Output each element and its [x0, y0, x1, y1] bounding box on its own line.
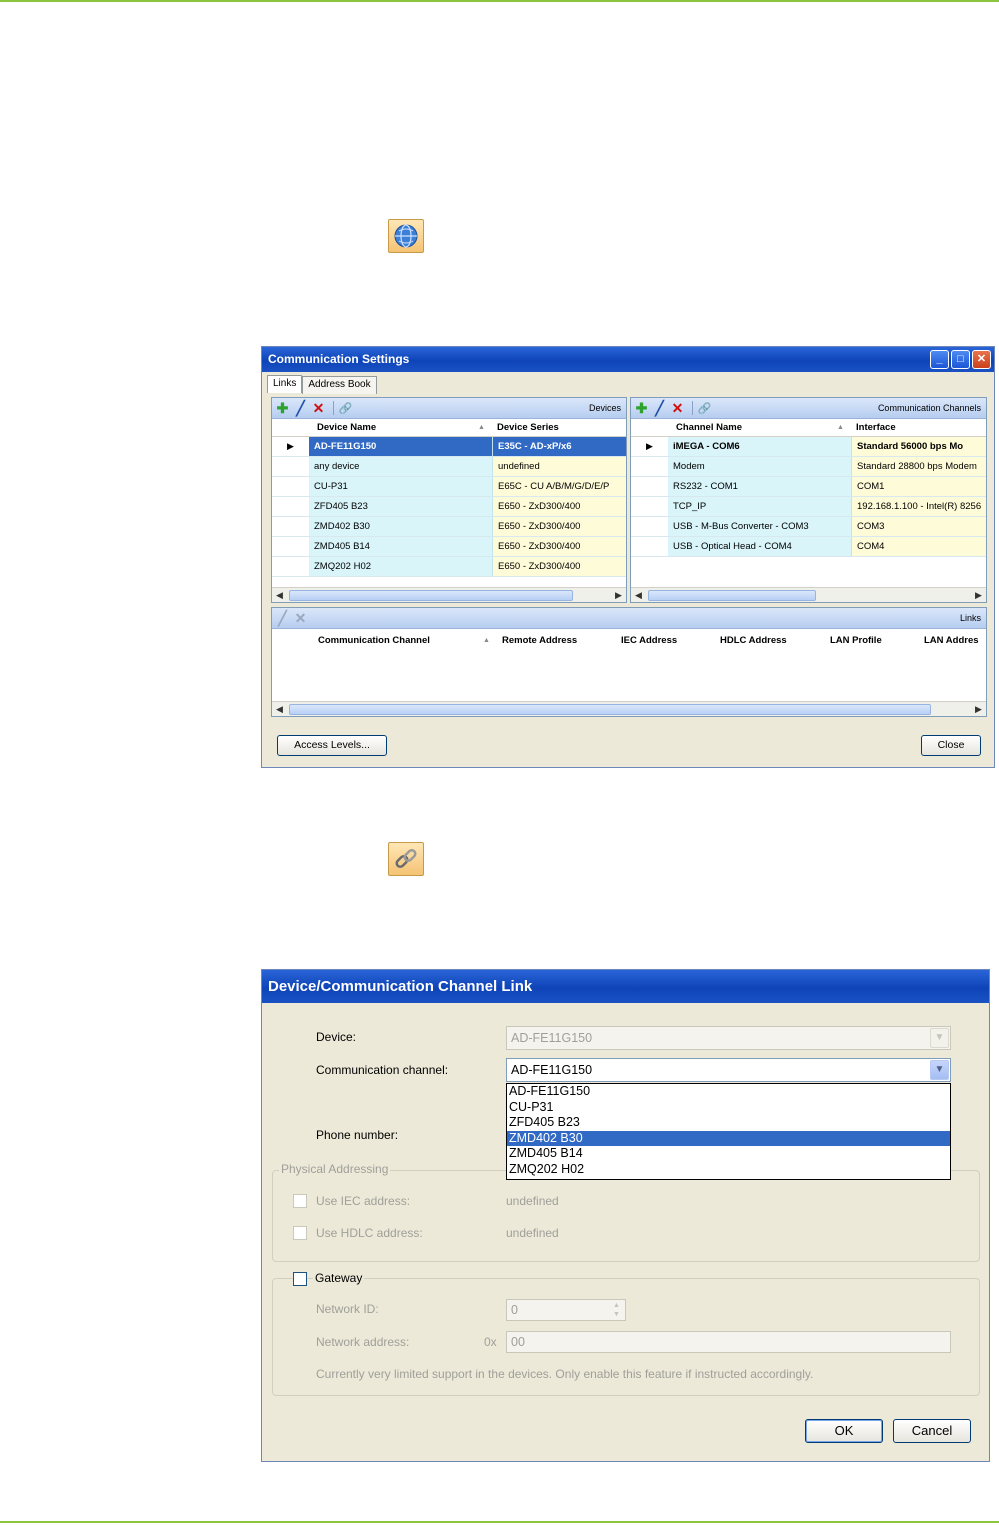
channels-pane: ✚ ╱ ✕ 🔗 Communication Channels Channel N…: [630, 397, 987, 603]
link-icon: [388, 842, 424, 876]
access-levels-button[interactable]: Access Levels...: [277, 735, 387, 756]
edit-link-icon[interactable]: ╱: [275, 610, 290, 626]
edit-device-icon[interactable]: ╱: [293, 400, 308, 416]
gateway-label: Gateway: [313, 1271, 365, 1285]
top-rule: [0, 0, 999, 2]
channel-combo[interactable]: AD-FE11G150 ▼: [506, 1058, 951, 1082]
window-title: Communication Settings _ □ ✕: [262, 347, 994, 372]
close-button[interactable]: Close: [921, 735, 981, 756]
col-iec-address[interactable]: IEC Address: [621, 635, 677, 646]
col-communication-channel[interactable]: Communication Channel: [318, 635, 430, 646]
table-row[interactable]: ZMD402 B30 E650 - ZxD300/400: [272, 517, 626, 537]
col-lan-address[interactable]: LAN Addres: [924, 635, 979, 646]
col-remote-address[interactable]: Remote Address: [502, 635, 577, 646]
devices-hscrollbar[interactable]: ◀ ▶: [272, 587, 626, 602]
link-device-icon[interactable]: 🔗: [338, 401, 353, 416]
dropdown-option[interactable]: ZFD405 B23: [507, 1115, 950, 1131]
iec-value: undefined: [506, 1194, 559, 1208]
col-device-name[interactable]: Device Name: [309, 422, 491, 433]
edit-channel-icon[interactable]: ╱: [652, 400, 667, 416]
phone-label: Phone number:: [316, 1128, 399, 1142]
table-row[interactable]: ▶ iMEGA - COM6 Standard 56000 bps Mo: [631, 437, 986, 457]
gateway-note: Currently very limited support in the de…: [316, 1367, 814, 1381]
channels-hscrollbar[interactable]: ◀ ▶: [631, 587, 986, 602]
tab-links[interactable]: Links: [267, 375, 303, 393]
physical-addressing-title: Physical Addressing: [279, 1162, 391, 1176]
devices-pane-title: Devices: [588, 403, 621, 413]
network-address-input: 00: [506, 1331, 951, 1353]
network-id-label: Network ID:: [316, 1302, 379, 1316]
table-row[interactable]: ZMQ202 H02 E650 - ZxD300/400: [272, 557, 626, 577]
spinner-icon: ▲ ▼: [613, 1302, 620, 1318]
network-address-label: Network address:: [316, 1335, 410, 1349]
use-hdlc-checkbox[interactable]: [293, 1226, 307, 1240]
chevron-down-icon: ▼: [930, 1028, 949, 1048]
table-row[interactable]: Modem Standard 28800 bps Modem: [631, 457, 986, 477]
dropdown-option[interactable]: CU-P31: [507, 1100, 950, 1116]
links-hscrollbar[interactable]: ◀ ▶: [272, 701, 986, 716]
bottom-rule: [0, 1521, 999, 1523]
table-row[interactable]: USB - M-Bus Converter - COM3 COM3: [631, 517, 986, 537]
dropdown-option[interactable]: AD-FE11G150: [507, 1084, 950, 1100]
delete-channel-icon[interactable]: ✕: [670, 400, 685, 416]
channel-label: Communication channel:: [316, 1063, 449, 1077]
gateway-group: Gateway Network ID: 0 ▲ ▼ Network address…: [272, 1271, 980, 1396]
network-id-input: 0 ▲ ▼: [506, 1299, 626, 1321]
link-channel-icon[interactable]: 🔗: [697, 401, 712, 416]
col-lan-profile[interactable]: LAN Profile: [830, 635, 882, 646]
col-hdlc-address[interactable]: HDLC Address: [720, 635, 787, 646]
col-channel-name[interactable]: Channel Name: [668, 422, 850, 433]
use-iec-label: Use IEC address:: [316, 1194, 411, 1208]
table-row[interactable]: USB - Optical Head - COM4 COM4: [631, 537, 986, 557]
cancel-button[interactable]: Cancel: [893, 1419, 971, 1443]
dropdown-option[interactable]: ZMQ202 H02: [507, 1162, 950, 1178]
devices-pane: ✚ ╱ ✕ 🔗 Devices Device Name ▲ Device Ser…: [271, 397, 627, 603]
device-channel-link-dialog: Device/Communication Channel Link Device…: [261, 969, 990, 1462]
communication-settings-window: Communication Settings _ □ ✕ Links Addre…: [261, 346, 995, 768]
use-hdlc-label: Use HDLC address:: [316, 1226, 423, 1240]
delete-device-icon[interactable]: ✕: [311, 400, 326, 416]
communication-settings-icon: [388, 219, 424, 253]
hdlc-value: undefined: [506, 1226, 559, 1240]
ok-button[interactable]: OK: [805, 1419, 883, 1443]
col-device-series[interactable]: Device Series: [491, 422, 559, 433]
dropdown-option[interactable]: ZMD405 B14: [507, 1146, 950, 1162]
add-channel-icon[interactable]: ✚: [634, 400, 649, 416]
close-window-button[interactable]: ✕: [972, 350, 991, 369]
device-label: Device:: [316, 1030, 357, 1044]
table-row[interactable]: any device undefined: [272, 457, 626, 477]
gateway-checkbox[interactable]: [293, 1272, 307, 1286]
minimize-button[interactable]: _: [930, 350, 949, 369]
use-iec-checkbox[interactable]: [293, 1194, 307, 1208]
table-row[interactable]: ZMD405 B14 E650 - ZxD300/400: [272, 537, 626, 557]
links-pane: ╱ ✕ Links Communication Channel ▲ Remote…: [271, 607, 987, 717]
dialog-title: Device/Communication Channel Link: [262, 970, 989, 1003]
device-combo: AD-FE11G150 ▼: [506, 1026, 951, 1050]
chevron-down-icon[interactable]: ▼: [930, 1060, 949, 1080]
network-address-prefix: 0x: [484, 1335, 497, 1349]
table-row[interactable]: RS232 - COM1 COM1: [631, 477, 986, 497]
table-row[interactable]: CU-P31 E65C - CU A/B/M/G/D/E/P: [272, 477, 626, 497]
delete-link-icon[interactable]: ✕: [293, 610, 308, 626]
tab-address-book[interactable]: Address Book: [302, 376, 377, 394]
dropdown-option[interactable]: ZMD402 B30: [507, 1130, 950, 1146]
physical-addressing-group: Physical Addressing Use IEC address: und…: [272, 1162, 980, 1262]
links-pane-title: Links: [959, 613, 981, 623]
table-row[interactable]: ▶ AD-FE11G150 E35C - AD-xP/x6: [272, 437, 626, 457]
col-interface[interactable]: Interface: [850, 422, 896, 433]
table-row[interactable]: TCP_IP 192.168.1.100 - Intel(R) 8256: [631, 497, 986, 517]
table-row[interactable]: ZFD405 B23 E650 - ZxD300/400: [272, 497, 626, 517]
add-device-icon[interactable]: ✚: [275, 400, 290, 416]
maximize-button[interactable]: □: [951, 350, 970, 369]
channel-dropdown-list: AD-FE11G150 CU-P31 ZFD405 B23 ZMD402 B30…: [506, 1083, 951, 1180]
channels-pane-title: Communication Channels: [877, 403, 981, 413]
